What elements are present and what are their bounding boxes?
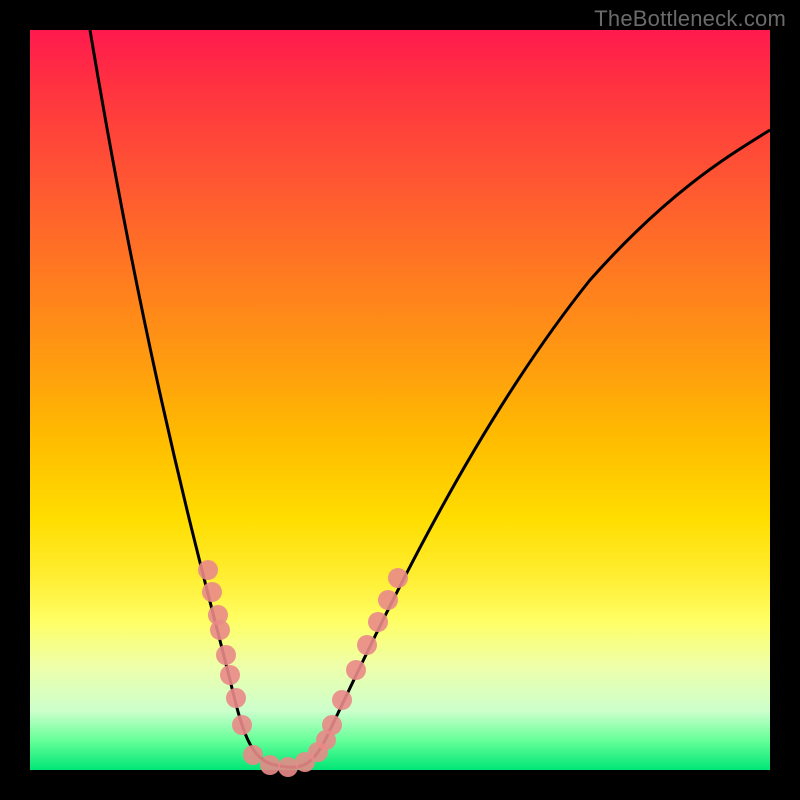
- curve-marker: [220, 665, 240, 685]
- curve-svg: [30, 30, 770, 770]
- curve-marker: [388, 568, 408, 588]
- curve-marker: [346, 660, 366, 680]
- chart-stage: TheBottleneck.com: [0, 0, 800, 800]
- plot-area: [30, 30, 770, 770]
- curve-marker: [198, 560, 218, 580]
- curve-marker: [260, 755, 280, 775]
- curve-marker: [322, 715, 342, 735]
- curve-marker: [378, 590, 398, 610]
- curve-marker: [226, 688, 246, 708]
- curve-marker: [332, 690, 352, 710]
- curve-marker: [357, 635, 377, 655]
- bottleneck-curve: [90, 30, 770, 767]
- curve-marker: [210, 620, 230, 640]
- curve-marker: [202, 582, 222, 602]
- curve-marker: [232, 715, 252, 735]
- watermark-label: TheBottleneck.com: [594, 6, 786, 32]
- curve-marker: [368, 612, 388, 632]
- curve-marker: [216, 645, 236, 665]
